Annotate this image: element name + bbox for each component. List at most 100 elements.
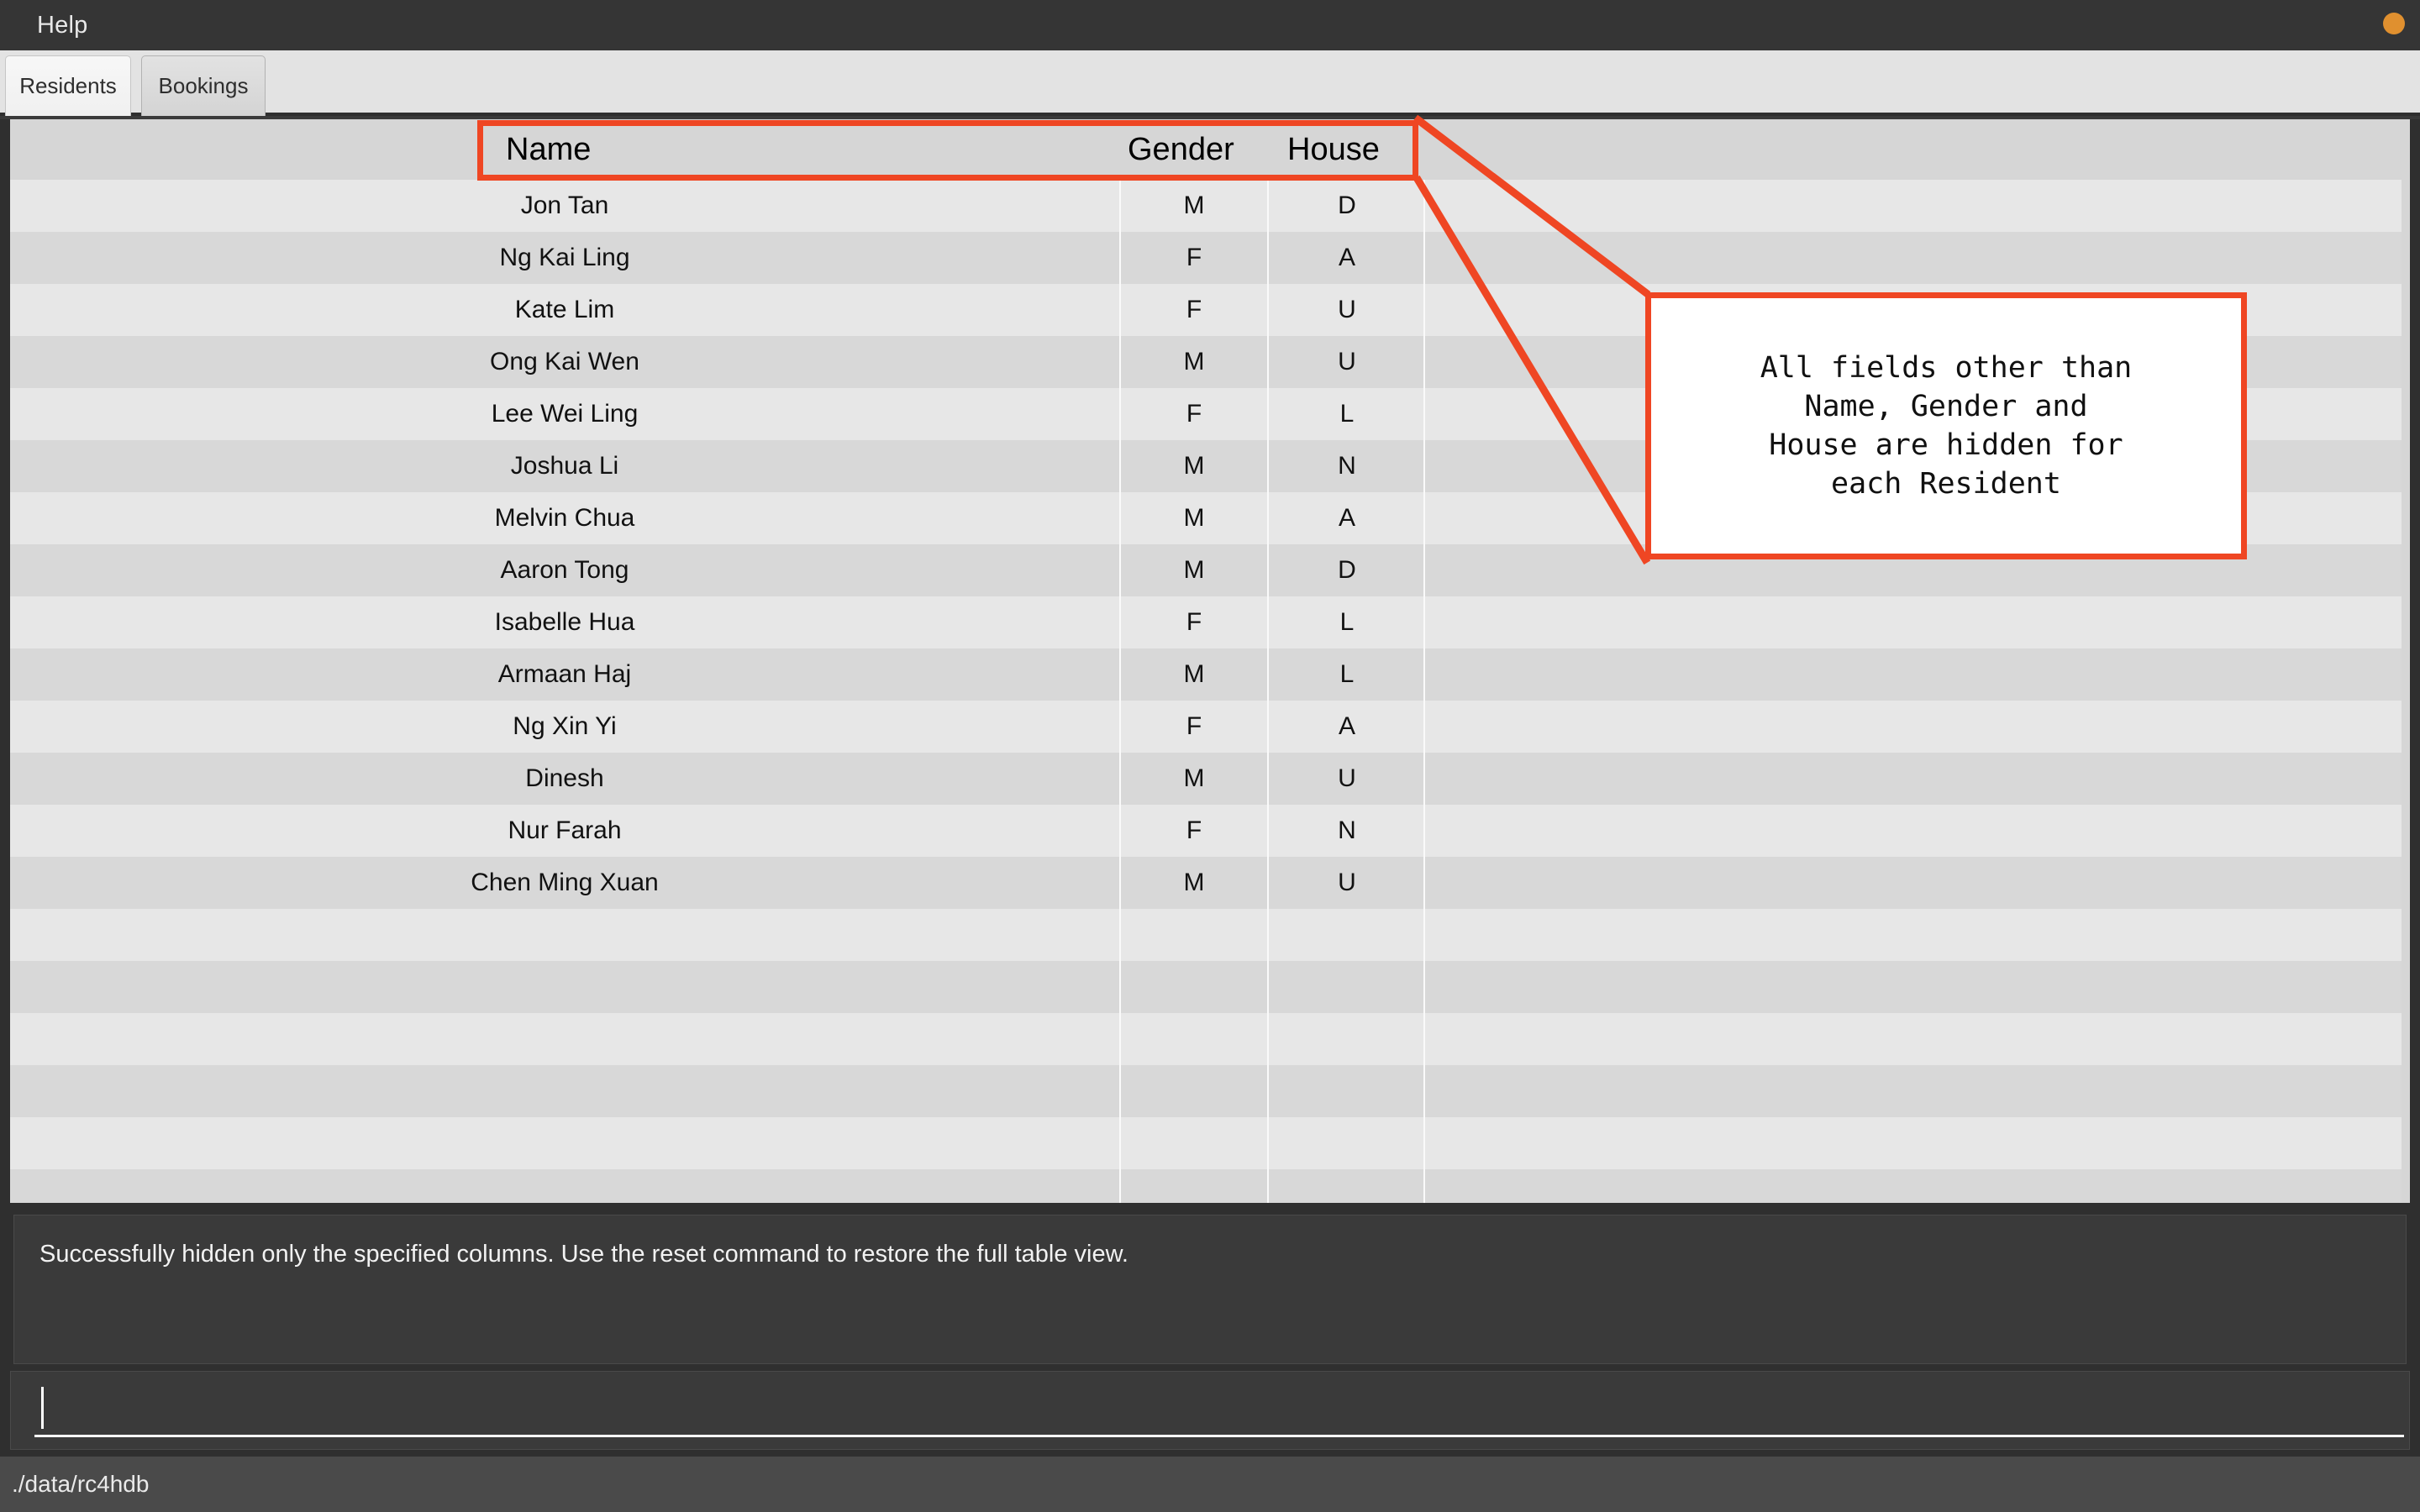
cell-house: U: [1270, 753, 1425, 805]
table-row[interactable]: Ong Kai Wen M U: [10, 336, 2402, 388]
table-row[interactable]: Dinesh M U: [10, 753, 2402, 805]
cell-house: U: [1270, 857, 1425, 909]
cell-name: Jon Tan: [520, 192, 609, 219]
cell-gender: M: [1119, 857, 1269, 909]
table-row[interactable]: [10, 909, 2402, 961]
table-row[interactable]: Armaan Haj M L: [10, 648, 2402, 701]
tab-bookings-label: Bookings: [158, 73, 249, 98]
cell-gender-empty: [1119, 1065, 1269, 1117]
application-window: Help Residents Bookings Name Gender Hous…: [0, 0, 2420, 1512]
table-row[interactable]: [10, 1117, 2402, 1169]
table-row[interactable]: Kate Lim F U: [10, 284, 2402, 336]
tab-strip: Residents Bookings: [0, 50, 2420, 116]
status-bar: ./data/rc4hdb: [0, 1457, 2420, 1512]
cell-gender: M: [1119, 440, 1269, 492]
cell-name-empty: [10, 1013, 1119, 1065]
tab-residents-label: Residents: [19, 73, 117, 98]
cell-name: Joshua Li: [510, 452, 619, 480]
cell-house: N: [1270, 805, 1425, 857]
table-row[interactable]: Isabelle Hua F L: [10, 596, 2402, 648]
cell-gender: F: [1119, 232, 1269, 284]
cell-house: D: [1270, 180, 1425, 232]
residents-table-panel[interactable]: Name Gender House Jon Tan M D Ng Kai Ling F A…: [0, 119, 2420, 1221]
command-input[interactable]: [39, 1385, 2389, 1425]
window-minimize-dot-icon[interactable]: [2383, 13, 2405, 34]
cell-house-empty: [1270, 1013, 1425, 1065]
result-display-box: Successfully hidden only the specified c…: [13, 1215, 2407, 1364]
cell-house-empty: [1270, 1117, 1425, 1169]
cell-house: N: [1270, 440, 1425, 492]
tab-residents[interactable]: Residents: [5, 55, 131, 116]
cell-name: Chen Ming Xuan: [471, 869, 659, 896]
table-row[interactable]: [10, 961, 2402, 1013]
cell-gender: M: [1119, 544, 1269, 596]
cell-house: A: [1270, 492, 1425, 544]
cell-house: A: [1270, 701, 1425, 753]
cell-name: Ng Kai Ling: [499, 244, 630, 271]
cell-house: A: [1270, 232, 1425, 284]
cell-name: Armaan Haj: [497, 660, 632, 688]
cell-gender: F: [1119, 596, 1269, 648]
table-row[interactable]: Joshua Li M N: [10, 440, 2402, 492]
cell-gender: M: [1119, 492, 1269, 544]
cell-house: U: [1270, 336, 1425, 388]
cell-name: Nur Farah: [508, 816, 622, 844]
table-row[interactable]: Chen Ming Xuan M U: [10, 857, 2402, 909]
cell-house: D: [1270, 544, 1425, 596]
cell-gender: F: [1119, 701, 1269, 753]
cell-house: U: [1270, 284, 1425, 336]
cell-gender: M: [1119, 180, 1269, 232]
cell-house-empty: [1270, 1065, 1425, 1117]
cell-gender-empty: [1119, 1117, 1269, 1169]
command-underline: [34, 1435, 2404, 1437]
cell-gender: F: [1119, 388, 1269, 440]
column-header-gender[interactable]: Gender: [1128, 119, 1234, 180]
cell-house-empty: [1270, 909, 1425, 961]
cell-name: Isabelle Hua: [494, 608, 635, 636]
cell-name: Dinesh: [525, 764, 604, 792]
cell-gender: F: [1119, 805, 1269, 857]
command-input-area: [0, 1364, 2420, 1457]
cell-name: Melvin Chua: [494, 504, 635, 532]
column-header-name[interactable]: Name: [506, 119, 591, 180]
table-row[interactable]: Melvin Chua M A: [10, 492, 2402, 544]
cell-house-empty: [1270, 961, 1425, 1013]
table-row[interactable]: [10, 1065, 2402, 1117]
table-body: Jon Tan M D Ng Kai Ling F A Kate Lim F U Ong Kai …: [10, 180, 2410, 1221]
cell-name: Ng Xin Yi: [513, 712, 617, 740]
cell-house: L: [1270, 648, 1425, 701]
table-row[interactable]: Jon Tan M D: [10, 180, 2402, 232]
table-row[interactable]: Ng Xin Yi F A: [10, 701, 2402, 753]
cell-name-empty: [10, 909, 1119, 961]
cell-name: Lee Wei Ling: [491, 400, 639, 428]
cell-gender: M: [1119, 648, 1269, 701]
table-row[interactable]: [10, 1013, 2402, 1065]
result-display-area: Successfully hidden only the specified c…: [0, 1203, 2420, 1364]
result-message: Successfully hidden only the specified c…: [39, 1241, 1128, 1268]
cell-name-empty: [10, 961, 1119, 1013]
menu-item-help[interactable]: Help: [32, 0, 92, 50]
cell-name: Ong Kai Wen: [490, 348, 639, 375]
cell-house: L: [1270, 596, 1425, 648]
table-header-row: Name Gender House: [10, 119, 2410, 180]
command-box[interactable]: [10, 1371, 2410, 1450]
table-row[interactable]: Aaron Tong M D: [10, 544, 2402, 596]
tab-bookings[interactable]: Bookings: [141, 55, 266, 116]
cell-gender-empty: [1119, 961, 1269, 1013]
table-row[interactable]: Ng Kai Ling F A: [10, 232, 2402, 284]
menu-bar: Help: [0, 0, 2420, 50]
cell-name-empty: [10, 1117, 1119, 1169]
table-row[interactable]: Nur Farah F N: [10, 805, 2402, 857]
cell-name-empty: [10, 1065, 1119, 1117]
status-bar-path: ./data/rc4hdb: [12, 1471, 150, 1497]
cell-gender: F: [1119, 284, 1269, 336]
cell-house: L: [1270, 388, 1425, 440]
cell-name: Kate Lim: [514, 296, 615, 323]
cell-gender-empty: [1119, 909, 1269, 961]
cell-gender: M: [1119, 753, 1269, 805]
column-header-house[interactable]: House: [1287, 119, 1380, 180]
table-row[interactable]: Lee Wei Ling F L: [10, 388, 2402, 440]
cell-name: Aaron Tong: [500, 556, 629, 584]
cell-gender-empty: [1119, 1013, 1269, 1065]
cell-gender: M: [1119, 336, 1269, 388]
